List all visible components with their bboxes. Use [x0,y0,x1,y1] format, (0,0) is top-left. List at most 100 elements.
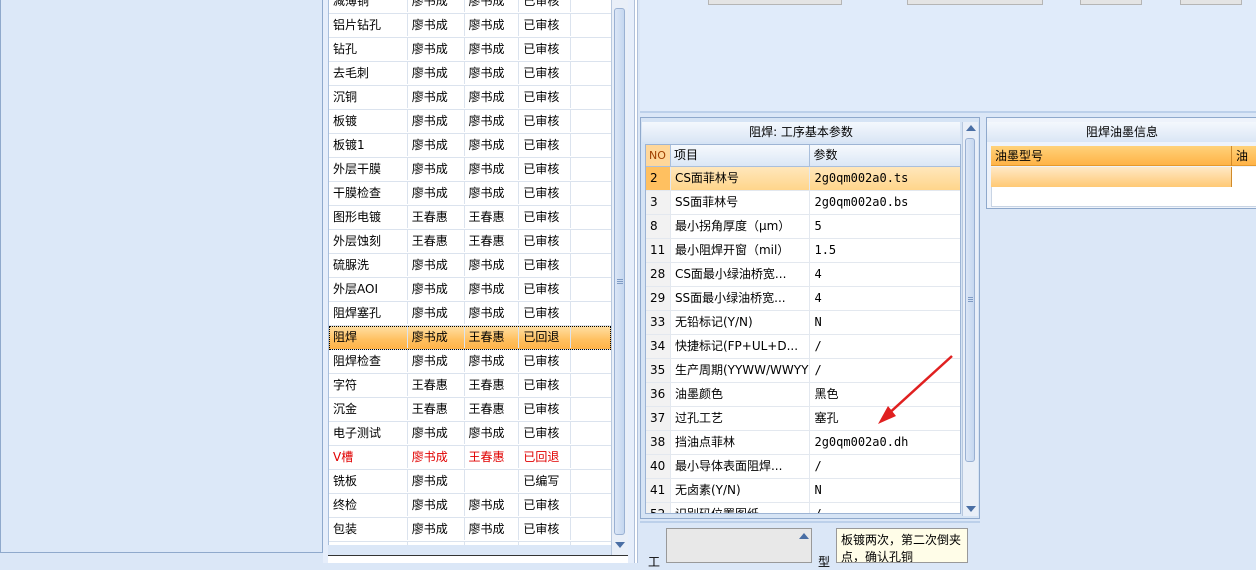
params-scrollbar[interactable] [962,122,978,516]
process-status-cell: 已审核 [519,110,572,132]
col-item-header[interactable]: 项目 [671,145,811,166]
col-ink-header[interactable]: 油墨 [1231,146,1256,183]
process-row[interactable]: 外层干膜 廖书成 廖书成 已审核 [329,158,611,182]
process-table-scrollbar[interactable] [611,0,628,555]
scroll-down-arrow-icon[interactable] [615,542,625,548]
empty-cell [571,518,611,540]
param-row[interactable]: 41 无卤素(Y/N) N [646,479,960,503]
process-status-cell: 已审核 [519,254,572,276]
process-row[interactable]: 板镀 廖书成 廖书成 已审核 [329,110,611,134]
param-row[interactable]: 38 挡油点菲林 2g0qm002a0.dh [646,431,960,455]
process-reviewer-cell: 廖书成 [465,182,520,204]
process-owner-cell: 廖书成 [408,110,465,132]
process-row[interactable]: 铣板 廖书成 已编写 [329,470,611,494]
process-row[interactable]: 钻孔 廖书成 廖书成 已审核 [329,38,611,62]
toolbar-button[interactable] [1180,0,1242,5]
param-value-cell: / [814,459,822,473]
process-row[interactable]: 终检 廖书成 廖书成 已审核 [329,494,611,518]
process-row[interactable]: 沉金 王春惠 王春惠 已审核 [329,398,611,422]
process-row[interactable]: 外层AOI 廖书成 廖书成 已审核 [329,278,611,302]
params-grid[interactable]: NO 项目 参数 2 CS面菲林号 2g0qm002a0.ts 3 SS面菲林号 2g0q… [645,144,961,514]
param-row[interactable]: 29 SS面最小绿油桥宽... 4 [646,287,960,311]
col-value-header[interactable]: 参数 [810,145,960,166]
process-row[interactable]: 外层蚀刻 王春惠 王春惠 已审核 [329,230,611,254]
splitter-bar[interactable] [634,0,638,563]
process-row[interactable]: 阻焊检查 廖书成 廖书成 已审核 [329,350,611,374]
scroll-thumb[interactable] [614,8,625,535]
toolbar-button[interactable] [1080,0,1142,5]
process-reviewer-cell: 廖书成 [465,0,520,12]
param-item-cell: 最小导体表面阻焊... [671,455,811,478]
process-status-cell: 已审核 [519,494,572,516]
process-row[interactable]: V槽 廖书成 王春惠 已回退 [329,446,611,470]
process-owner-cell: 廖书成 [408,278,465,300]
process-row[interactable]: 板镀1 廖书成 廖书成 已审核 [329,134,611,158]
param-row[interactable]: 8 最小拐角厚度（μm） 5 [646,215,960,239]
col-no-header[interactable]: NO [646,145,671,166]
process-owner-cell: 廖书成 [408,542,465,545]
process-status-cell: 已审核 [519,302,572,324]
process-reviewer-cell: 廖书成 [465,350,520,372]
process-row[interactable]: 阻焊 廖书成 王春惠 已回退 [329,326,611,350]
process-row[interactable]: 去毛刺 廖书成 廖书成 已审核 [329,62,611,86]
param-item-cell: CS面菲林号 [671,167,811,190]
process-owner-cell: 廖书成 [408,86,465,108]
scroll-thumb[interactable] [965,138,975,462]
param-row[interactable]: 52 识别码位置图纸 / [646,503,960,513]
param-row[interactable]: 33 无铅标记(Y/N) N [646,311,960,335]
process-status-cell: 已审核 [519,422,572,444]
param-item-cell: SS面菲林号 [671,191,811,214]
process-reviewer-cell: 廖书成 [465,278,520,300]
process-reviewer-cell: 廖书成 [465,110,520,132]
process-row[interactable]: 阻焊塞孔 廖书成 廖书成 已审核 [329,302,611,326]
param-value-cell: 2g0qm002a0.ts [814,171,909,185]
scroll-up-arrow-icon[interactable] [966,125,976,131]
empty-cell [571,230,611,252]
process-row[interactable]: 包装 廖书成 廖书成 已审核 [329,518,611,542]
empty-cell [571,62,611,84]
param-row[interactable]: 28 CS面最小绿油桥宽... 4 [646,263,960,287]
process-owner-cell: 王春惠 [408,230,465,252]
empty-cell [571,158,611,180]
process-row[interactable]: 电子测试 廖书成 廖书成 已审核 [329,422,611,446]
toolbar-button[interactable] [907,0,1043,5]
process-reviewer-cell: 廖书成 [465,62,520,84]
param-row[interactable]: 11 最小阻焊开窗（mil） 1.5 [646,239,960,263]
process-name-cell: 成品仓 [329,542,408,545]
process-row[interactable]: 干膜检查 廖书成 廖书成 已审核 [329,182,611,206]
toolbar-button[interactable] [708,0,842,5]
scroll-up-arrow-icon[interactable] [799,533,809,539]
process-row[interactable]: 成品仓廖书成廖书成已审核 [329,542,611,545]
process-row[interactable]: 硫脲洗 廖书成 廖书成 已审核 [329,254,611,278]
param-row[interactable]: 2 CS面菲林号 2g0qm002a0.ts [646,167,960,191]
process-name-cell: 阻焊 [329,326,408,348]
param-item-cell: 挡油点菲林 [671,431,811,454]
process-owner-cell: 廖书成 [408,0,465,12]
process-row[interactable]: 铝片钻孔 廖书成 廖书成 已审核 [329,14,611,38]
process-row[interactable]: 字符 王春惠 王春惠 已审核 [329,374,611,398]
empty-cell [571,14,611,36]
note-textbox[interactable]: 板镀两次，第二次倒夹点，确认孔铜 [836,528,968,563]
col-ink-model-header[interactable]: 油墨型号 [995,146,1043,166]
process-owner-cell: 廖书成 [408,254,465,276]
param-row[interactable]: 40 最小导体表面阻焊... / [646,455,960,479]
process-row[interactable]: 图形电镀 王春惠 王春惠 已审核 [329,206,611,230]
param-no-cell: 35 [646,359,671,382]
process-name-cell: 电子测试 [329,422,408,444]
process-owner-cell: 廖书成 [408,326,465,348]
process-name-cell: V槽 [329,446,408,468]
process-status-cell: 已审核 [519,206,572,228]
ink-row-selected[interactable] [991,167,1256,187]
process-status-cell: 已审核 [519,86,572,108]
param-value-cell: 5 [814,219,822,233]
empty-cell [571,206,611,228]
empty-cell [571,494,611,516]
scroll-down-arrow-icon[interactable] [966,506,976,512]
process-row[interactable]: 沉铜 廖书成 廖书成 已审核 [329,86,611,110]
process-reviewer-cell: 廖书成 [465,542,520,545]
process-row[interactable]: 减薄铜 廖书成 廖书成 已审核 [329,0,611,14]
remark-textbox[interactable] [666,528,812,563]
process-table[interactable]: 减薄铜 廖书成 廖书成 已审核 铝片钻孔 廖书成 廖书成 已审核 钻孔 廖书成 廖书成 已审核 去毛刺廖… [328,0,611,545]
param-row[interactable]: 3 SS面菲林号 2g0qm002a0.bs [646,191,960,215]
empty-cell [571,374,611,396]
